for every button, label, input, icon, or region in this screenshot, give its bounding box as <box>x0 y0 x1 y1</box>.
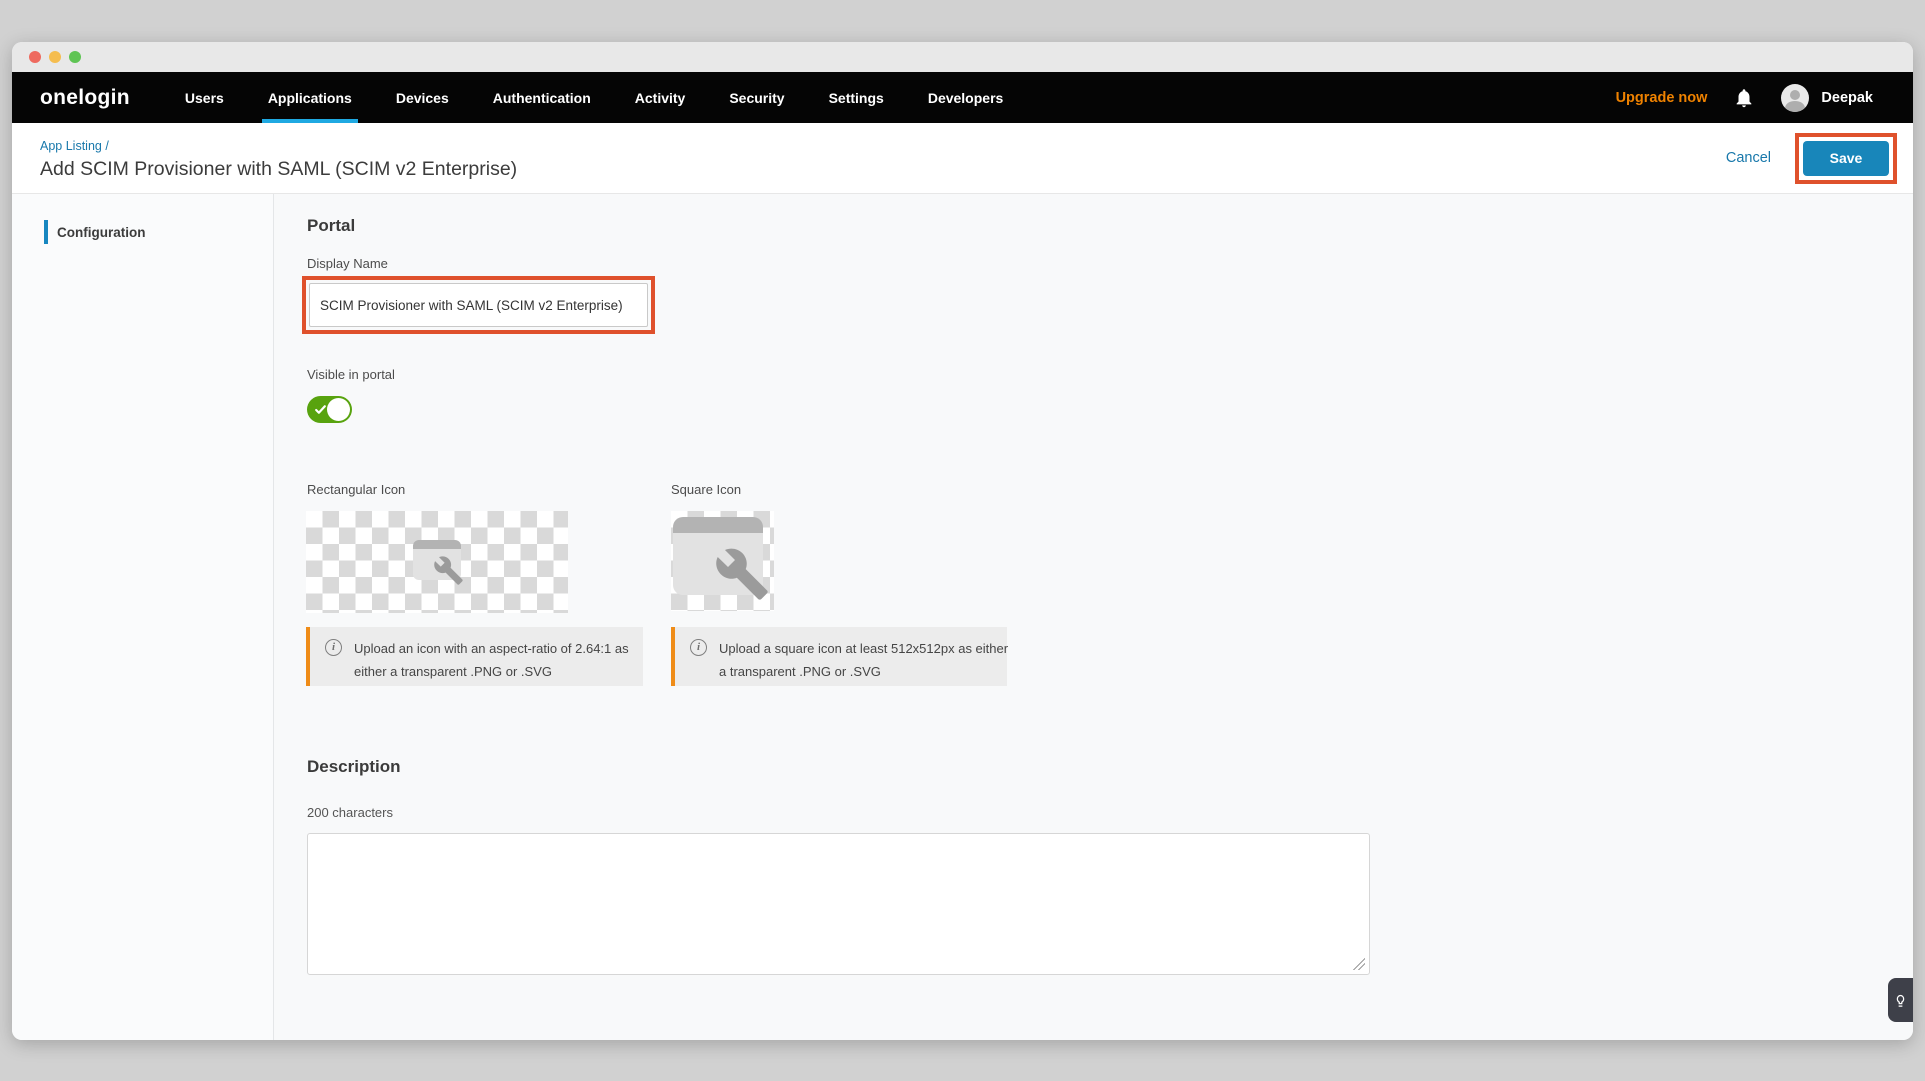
rectangular-icon-label: Rectangular Icon <box>307 482 405 497</box>
nav-item-label: Security <box>729 90 784 106</box>
app-wrench-icon <box>673 517 763 595</box>
check-icon <box>314 403 327 416</box>
nav-item-applications[interactable]: Applications <box>268 72 352 123</box>
page-body: Configuration Portal Display Name Visibl… <box>12 194 1913 1040</box>
rectangular-icon-upload[interactable] <box>306 511 568 613</box>
help-lightbulb-tab[interactable] <box>1888 978 1913 1022</box>
wrench-icon <box>714 546 770 602</box>
square-icon-upload[interactable] <box>671 511 774 611</box>
display-name-label: Display Name <box>307 256 388 271</box>
nav-item-label: Authentication <box>493 90 591 106</box>
nav-item-developers[interactable]: Developers <box>928 72 1003 123</box>
desktop-background: onelogin Users Applications Devices Auth… <box>0 0 1925 1081</box>
square-icon-hint-text: Upload a square icon at least 512x512px … <box>719 637 1011 683</box>
sidebar-item-label: Configuration <box>57 225 145 240</box>
rect-icon-hint-text: Upload an icon with an aspect-ratio of 2… <box>354 637 646 683</box>
textarea-resize-handle[interactable] <box>1352 957 1365 970</box>
maximize-window-button[interactable] <box>69 51 81 63</box>
onelogin-logo[interactable]: onelogin <box>40 86 130 110</box>
nav-item-label: Developers <box>928 90 1003 106</box>
nav-item-label: Devices <box>396 90 449 106</box>
upgrade-now-link[interactable]: Upgrade now <box>1616 90 1708 106</box>
square-icon-label: Square Icon <box>671 482 741 497</box>
nav-item-devices[interactable]: Devices <box>396 72 449 123</box>
nav-item-label: Applications <box>268 90 352 106</box>
display-name-highlight-box <box>302 276 655 334</box>
page-header: App Listing / Add SCIM Provisioner with … <box>12 123 1913 194</box>
nav-item-label: Users <box>185 90 224 106</box>
notification-bell-icon[interactable] <box>1733 87 1755 109</box>
description-textarea[interactable] <box>307 833 1370 975</box>
nav-item-activity[interactable]: Activity <box>635 72 686 123</box>
nav-item-label: Activity <box>635 90 686 106</box>
active-indicator <box>44 220 48 244</box>
user-avatar <box>1781 84 1809 112</box>
nav-item-label: Settings <box>829 90 884 106</box>
save-highlight-box: Save <box>1795 133 1897 184</box>
breadcrumb-app-listing[interactable]: App Listing / <box>40 139 109 153</box>
info-icon: i <box>690 639 707 656</box>
app-wrench-icon <box>413 540 461 580</box>
user-name: Deepak <box>1821 90 1873 106</box>
navbar-right: Upgrade now Deepak <box>1616 84 1873 112</box>
save-button[interactable]: Save <box>1803 141 1889 176</box>
nav-menu: Users Applications Devices Authenticatio… <box>185 72 1003 123</box>
display-name-input[interactable] <box>309 283 648 327</box>
visible-in-portal-label: Visible in portal <box>307 367 395 382</box>
window-titlebar <box>12 42 1913 72</box>
main-content: Portal Display Name Visible in portal Re… <box>274 194 1913 1040</box>
visible-in-portal-toggle[interactable] <box>307 396 352 423</box>
user-menu[interactable]: Deepak <box>1781 84 1873 112</box>
cancel-button[interactable]: Cancel <box>1726 150 1771 166</box>
description-section-heading: Description <box>307 757 401 777</box>
nav-item-users[interactable]: Users <box>185 72 224 123</box>
top-navbar: onelogin Users Applications Devices Auth… <box>12 72 1913 123</box>
nav-item-security[interactable]: Security <box>729 72 784 123</box>
nav-item-authentication[interactable]: Authentication <box>493 72 591 123</box>
portal-section-heading: Portal <box>307 216 355 236</box>
info-icon: i <box>325 639 342 656</box>
close-window-button[interactable] <box>29 51 41 63</box>
character-counter: 200 characters <box>307 805 393 820</box>
square-icon-hint-box: i Upload a square icon at least 512x512p… <box>671 627 1007 686</box>
minimize-window-button[interactable] <box>49 51 61 63</box>
rect-icon-hint-box: i Upload an icon with an aspect-ratio of… <box>306 627 643 686</box>
nav-item-settings[interactable]: Settings <box>829 72 884 123</box>
sidebar-item-configuration[interactable]: Configuration <box>12 220 273 244</box>
lightbulb-icon <box>1893 993 1908 1008</box>
wrench-icon <box>433 555 464 586</box>
toggle-knob <box>327 398 350 421</box>
browser-window: onelogin Users Applications Devices Auth… <box>12 42 1913 1040</box>
page-title: Add SCIM Provisioner with SAML (SCIM v2 … <box>40 158 517 181</box>
sidebar: Configuration <box>12 194 274 1040</box>
